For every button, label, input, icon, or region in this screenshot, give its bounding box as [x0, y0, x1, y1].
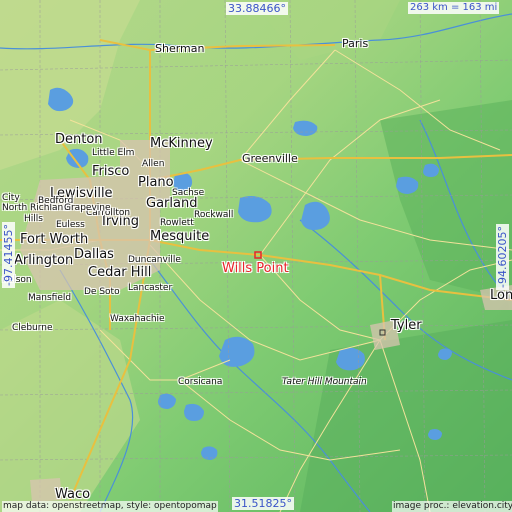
city-label-grapevine: Grapevine [64, 203, 111, 213]
city-label-mesquite: Mesquite [150, 229, 210, 244]
location-label[interactable]: Wills Point [222, 261, 289, 276]
feature-label-tater-hill: Tater Hill Mountain [282, 377, 367, 387]
city-label-rockwall: Rockwall [194, 210, 234, 220]
city-label-sachse: Sachse [172, 188, 205, 198]
city-label-arlington: Arlington [14, 253, 74, 268]
city-label-allen: Allen [142, 159, 165, 169]
city-label-little-elm: Little Elm [92, 148, 135, 158]
city-label-de-soto: De Soto [84, 287, 120, 297]
city-label-denton: Denton [55, 132, 103, 147]
attribution-right: image proc.: elevation.city [392, 501, 512, 512]
city-label-longview: Lon [490, 288, 512, 303]
city-label-mckinney: McKinney [150, 136, 213, 151]
city-label-paris: Paris [342, 37, 369, 50]
map-canvas[interactable]: Denton McKinney Frisco Plano Lewisville … [0, 0, 512, 512]
city-label-duncanville: Duncanville [128, 255, 181, 265]
city-label-euless: Euless [56, 220, 85, 230]
city-label-cedar-hill: Cedar Hill [88, 265, 152, 280]
city-label-hills: Hills [24, 214, 43, 224]
city-label-tyler: Tyler [391, 318, 422, 333]
attribution-left: map data: openstreetmap, style: opentopo… [2, 501, 218, 512]
city-label-greenville: Greenville [242, 152, 298, 165]
city-label-rowlett: Rowlett [160, 218, 194, 228]
coord-top: 33.88466° [226, 2, 288, 15]
city-label-sherman: Sherman [155, 42, 205, 55]
city-label-waxahachie: Waxahachie [110, 314, 165, 324]
coord-left: -97.41455° [2, 222, 15, 288]
city-label-city: City [2, 193, 20, 203]
city-label-cleburne: Cleburne [12, 323, 53, 333]
city-label-garland: Garland [146, 196, 198, 211]
coord-right: -94.60205° [496, 224, 509, 290]
city-label-frisco: Frisco [92, 164, 130, 179]
city-label-mansfield: Mansfield [28, 293, 72, 303]
city-label-waco: Waco [55, 487, 91, 502]
coord-bottom: 31.51825° [232, 497, 294, 510]
city-label-corsicana: Corsicana [178, 377, 223, 387]
city-label-plano: Plano [138, 175, 174, 190]
city-label-fort-worth: Fort Worth [20, 232, 89, 247]
scale-label: 263 km = 163 mi [408, 2, 500, 14]
city-label-lancaster: Lancaster [128, 283, 173, 293]
city-label-dallas: Dallas [74, 247, 114, 262]
